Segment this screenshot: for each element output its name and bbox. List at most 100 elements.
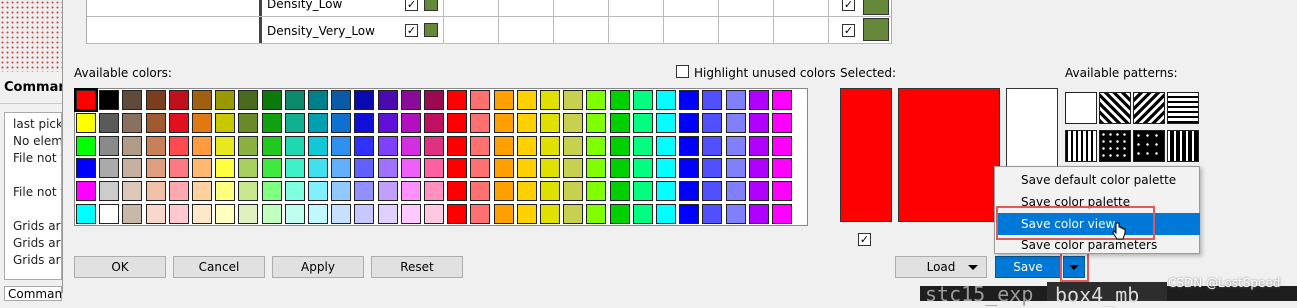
palette-color-cell[interactable]: [284, 204, 305, 224]
palette-color-cell[interactable]: [702, 90, 723, 110]
palette-color-cell[interactable]: [493, 181, 514, 202]
grid-row-color-swatch[interactable]: [424, 0, 438, 11]
palette-color-cell[interactable]: [122, 204, 143, 224]
palette-color-cell[interactable]: [563, 135, 584, 156]
palette-color-cell[interactable]: [748, 112, 769, 133]
load-button[interactable]: Load: [895, 256, 987, 278]
palette-color-cell[interactable]: [74, 88, 98, 112]
vertical-lines-icon[interactable]: [1065, 130, 1097, 162]
palette-color-cell[interactable]: [632, 112, 653, 133]
palette-color-cell[interactable]: [424, 158, 444, 179]
palette-color-cell[interactable]: [400, 181, 421, 202]
palette-color-cell[interactable]: [122, 158, 143, 179]
palette-color-cell[interactable]: [400, 135, 421, 156]
palette-color-cell[interactable]: [308, 181, 328, 202]
palette-color-cell[interactable]: [284, 135, 305, 156]
palette-color-cell[interactable]: [99, 112, 120, 133]
palette-color-cell[interactable]: [563, 112, 584, 133]
palette-color-cell[interactable]: [540, 204, 560, 224]
palette-color-cell[interactable]: [76, 181, 96, 202]
palette-color-cell[interactable]: [308, 204, 328, 224]
palette-color-cell[interactable]: [470, 181, 491, 202]
palette-color-cell[interactable]: [331, 204, 352, 224]
palette-color-cell[interactable]: [238, 158, 259, 179]
selected-color-primary[interactable]: [840, 88, 892, 222]
palette-color-cell[interactable]: [192, 112, 212, 133]
palette-color-cell[interactable]: [284, 158, 305, 179]
palette-color-cell[interactable]: [261, 90, 282, 110]
palette-color-cell[interactable]: [99, 158, 120, 179]
palette-color-cell[interactable]: [679, 204, 700, 224]
palette-color-cell[interactable]: [679, 135, 700, 156]
solid-white-icon[interactable]: [1065, 92, 1097, 124]
ok-button[interactable]: OK: [74, 256, 166, 278]
palette-color-cell[interactable]: [192, 181, 212, 202]
palette-color-cell[interactable]: [377, 135, 398, 156]
palette-color-cell[interactable]: [331, 90, 352, 110]
highlight-unused-checkbox[interactable]: [676, 65, 689, 78]
palette-color-cell[interactable]: [400, 158, 421, 179]
palette-color-cell[interactable]: [656, 135, 676, 156]
palette-color-cell[interactable]: [656, 158, 676, 179]
palette-color-cell[interactable]: [540, 112, 560, 133]
grid-row-color-swatch[interactable]: [424, 23, 438, 37]
palette-color-cell[interactable]: [609, 135, 630, 156]
palette-color-cell[interactable]: [192, 90, 212, 110]
palette-color-cell[interactable]: [215, 112, 236, 133]
palette-color-cell[interactable]: [76, 112, 96, 133]
apply-button[interactable]: Apply: [272, 256, 364, 278]
palette-color-cell[interactable]: [424, 135, 444, 156]
palette-color-cell[interactable]: [772, 158, 792, 179]
palette-color-cell[interactable]: [308, 90, 328, 110]
palette-color-cell[interactable]: [493, 90, 514, 110]
palette-color-cell[interactable]: [540, 158, 560, 179]
palette-color-cell[interactable]: [215, 181, 236, 202]
palette-color-cell[interactable]: [772, 181, 792, 202]
palette-color-cell[interactable]: [679, 90, 700, 110]
palette-color-cell[interactable]: [331, 181, 352, 202]
palette-color-cell[interactable]: [99, 90, 120, 110]
palette-color-cell[interactable]: [748, 90, 769, 110]
palette-color-cell[interactable]: [516, 158, 537, 179]
palette-color-cell[interactable]: [493, 135, 514, 156]
grid-row-checkbox[interactable]: ✓: [842, 24, 855, 37]
palette-color-cell[interactable]: [308, 158, 328, 179]
palette-color-cell[interactable]: [215, 204, 236, 224]
palette-color-cell[interactable]: [145, 204, 166, 224]
palette-color-cell[interactable]: [354, 204, 375, 224]
palette-color-cell[interactable]: [702, 112, 723, 133]
palette-color-cell[interactable]: [725, 181, 746, 202]
palette-color-cell[interactable]: [122, 181, 143, 202]
palette-color-cell[interactable]: [447, 90, 468, 110]
palette-color-cell[interactable]: [424, 112, 444, 133]
palette-color-cell[interactable]: [377, 204, 398, 224]
palette-color-cell[interactable]: [516, 204, 537, 224]
palette-color-cell[interactable]: [563, 90, 584, 110]
palette-color-cell[interactable]: [563, 181, 584, 202]
palette-color-cell[interactable]: [145, 112, 166, 133]
palette-color-cell[interactable]: [447, 204, 468, 224]
menu-item-save-default-color-palette[interactable]: Save default color palette: [996, 169, 1200, 191]
palette-color-cell[interactable]: [772, 90, 792, 110]
palette-color-cell[interactable]: [540, 90, 560, 110]
palette-color-cell[interactable]: [702, 204, 723, 224]
palette-color-cell[interactable]: [168, 181, 189, 202]
palette-color-cell[interactable]: [308, 112, 328, 133]
palette-color-cell[interactable]: [424, 90, 444, 110]
palette-color-cell[interactable]: [586, 158, 607, 179]
palette-color-cell[interactable]: [586, 90, 607, 110]
palette-color-cell[interactable]: [586, 204, 607, 224]
palette-color-cell[interactable]: [400, 90, 421, 110]
palette-color-cell[interactable]: [238, 90, 259, 110]
palette-color-cell[interactable]: [772, 112, 792, 133]
palette-color-cell[interactable]: [354, 181, 375, 202]
palette-color-cell[interactable]: [493, 158, 514, 179]
palette-color-cell[interactable]: [470, 158, 491, 179]
palette-color-cell[interactable]: [122, 112, 143, 133]
cancel-button[interactable]: Cancel: [173, 256, 265, 278]
palette-color-cell[interactable]: [679, 112, 700, 133]
palette-color-cell[interactable]: [702, 135, 723, 156]
palette-color-cell[interactable]: [168, 158, 189, 179]
palette-color-cell[interactable]: [377, 90, 398, 110]
palette-color-cell[interactable]: [377, 181, 398, 202]
